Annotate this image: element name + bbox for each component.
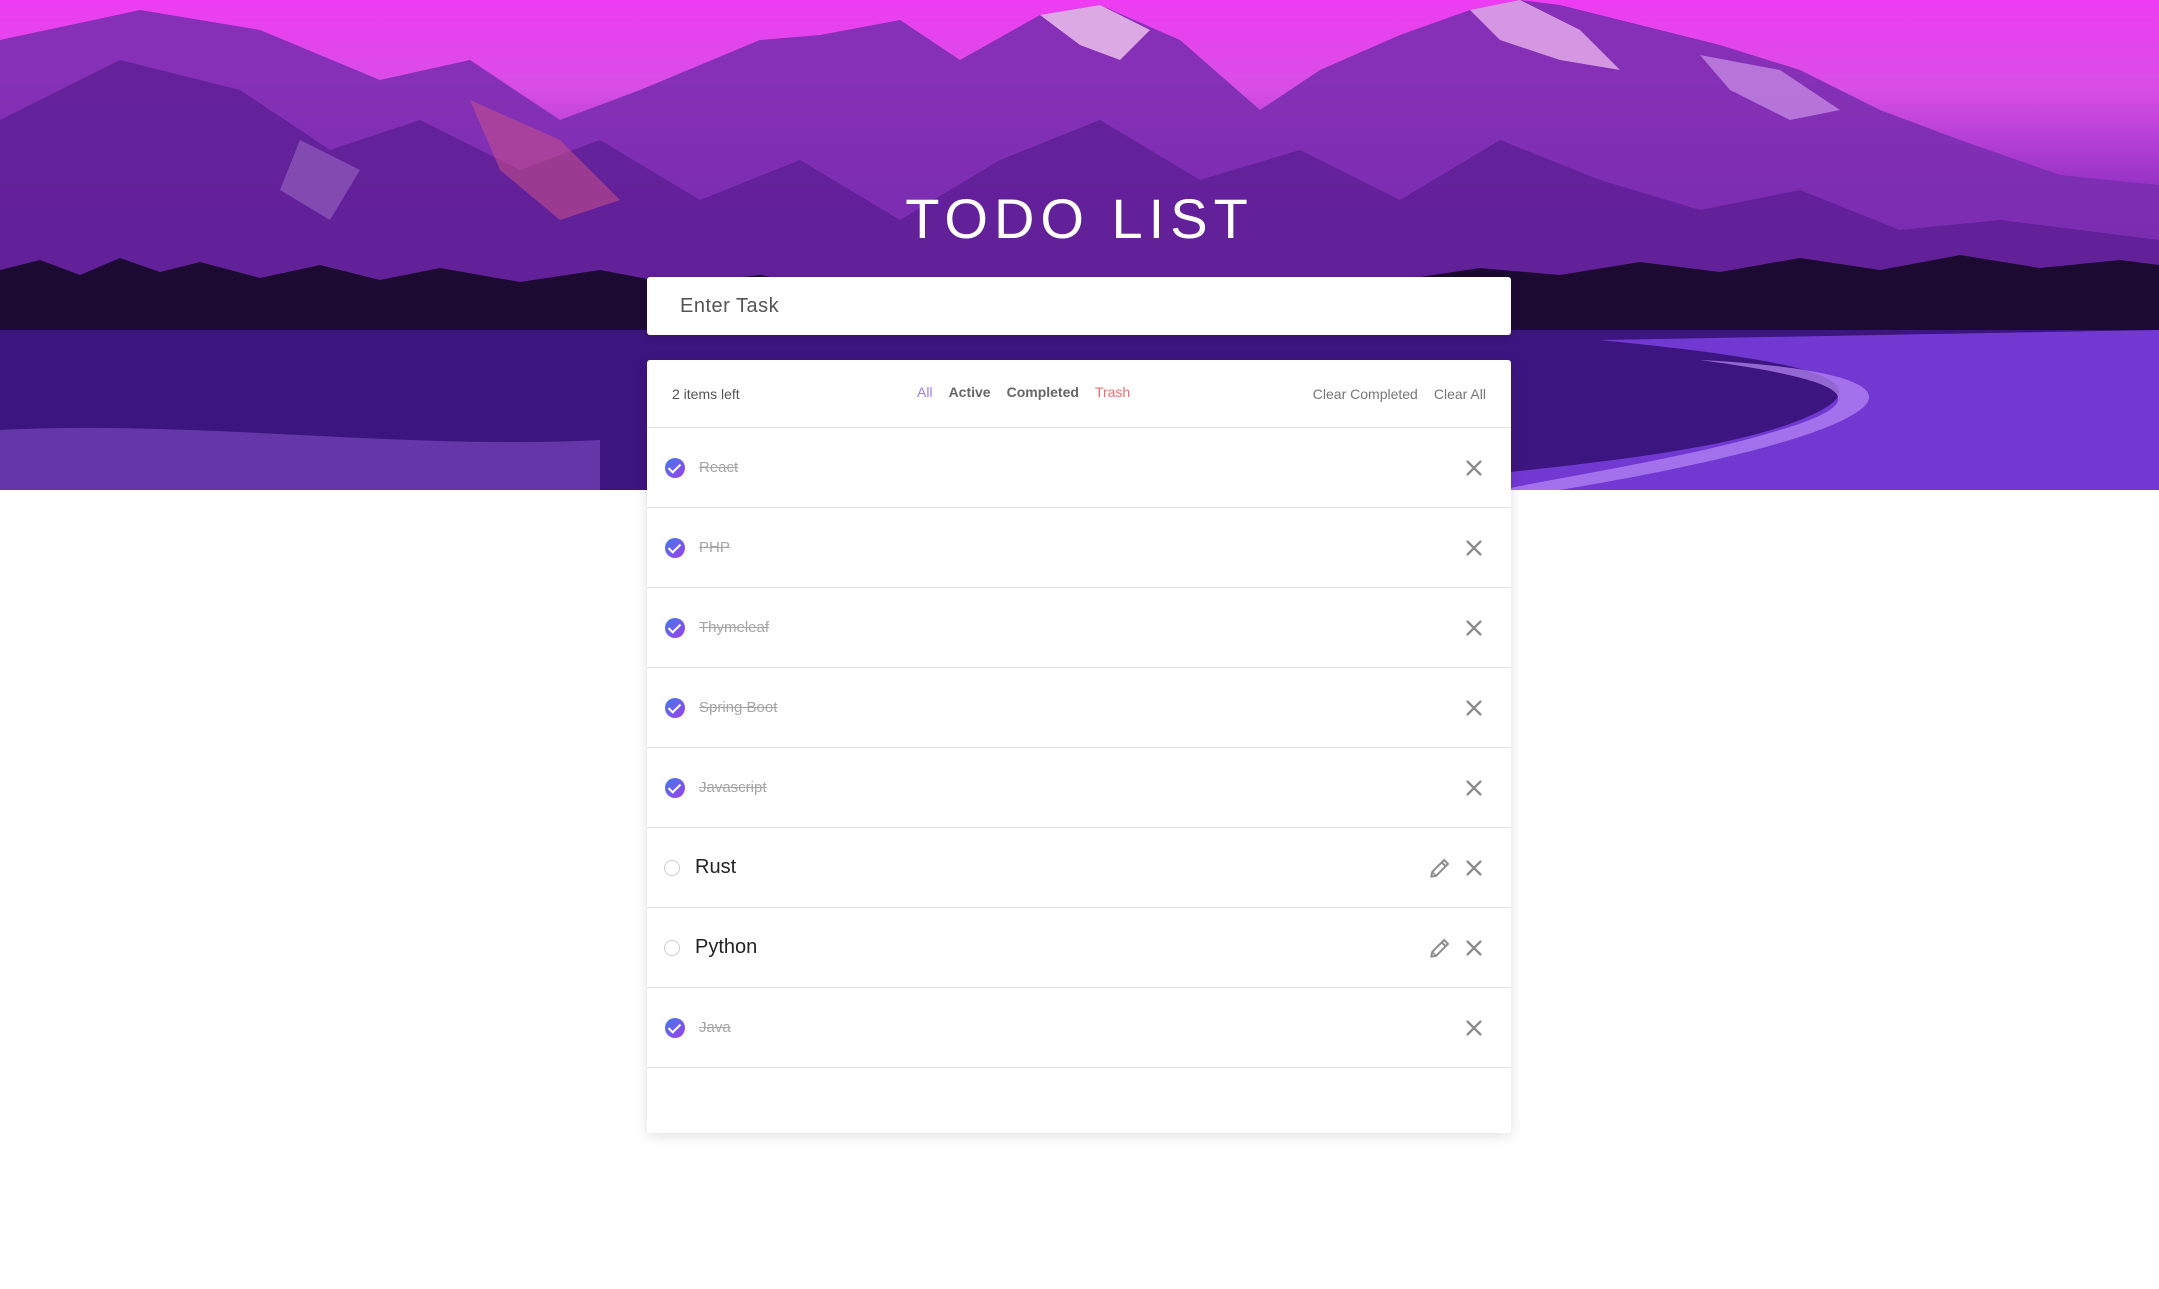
filter-trash[interactable]: Trash (1095, 384, 1130, 400)
list-item[interactable]: Rust (647, 828, 1511, 908)
pencil-icon[interactable] (1427, 855, 1453, 881)
task-label: Java (699, 1019, 731, 1036)
close-icon[interactable] (1463, 937, 1485, 959)
check-icon[interactable] (665, 618, 685, 638)
close-icon[interactable] (1463, 697, 1485, 719)
items-left-count: 2 items left (672, 386, 740, 402)
list-item[interactable]: Thymeleaf (647, 588, 1511, 668)
close-icon[interactable] (1463, 857, 1485, 879)
task-list: React PHP Thymeleaf Spring Boot Javascript Ru… (647, 428, 1511, 1068)
list-item[interactable]: Javascript (647, 748, 1511, 828)
list-item[interactable]: Spring Boot (647, 668, 1511, 748)
clear-completed-button[interactable]: Clear Completed (1313, 386, 1418, 402)
check-icon[interactable] (665, 458, 685, 478)
close-icon[interactable] (1463, 777, 1485, 799)
clear-all-button[interactable]: Clear All (1434, 386, 1486, 402)
close-icon[interactable] (1463, 537, 1485, 559)
task-label: Rust (695, 856, 737, 878)
task-label: Python (695, 936, 758, 958)
check-icon[interactable] (665, 698, 685, 718)
task-input-container (647, 277, 1511, 335)
task-label: React (699, 459, 739, 476)
check-icon[interactable] (665, 1018, 685, 1038)
toolbar: 2 items left All Active Completed Trash … (647, 360, 1511, 428)
filter-tabs: All Active Completed Trash (917, 384, 1130, 400)
task-input[interactable] (647, 277, 1511, 335)
clear-actions: Clear Completed Clear All (1313, 386, 1486, 402)
filter-active[interactable]: Active (949, 384, 991, 400)
list-item[interactable]: PHP (647, 508, 1511, 588)
check-icon[interactable] (665, 538, 685, 558)
close-icon[interactable] (1463, 1017, 1485, 1039)
pencil-icon[interactable] (1427, 935, 1453, 961)
todo-card: 2 items left All Active Completed Trash … (647, 360, 1511, 1133)
task-label: Thymeleaf (699, 619, 770, 636)
task-label: Javascript (699, 779, 767, 796)
close-icon[interactable] (1463, 617, 1485, 639)
filter-completed[interactable]: Completed (1007, 384, 1079, 400)
check-icon[interactable] (665, 778, 685, 798)
page-title: TODO LIST (905, 187, 1254, 250)
empty-circle-icon[interactable] (664, 940, 680, 956)
list-item[interactable]: Python (647, 908, 1511, 988)
task-label: PHP (699, 539, 730, 556)
filter-all[interactable]: All (917, 384, 933, 400)
list-item[interactable]: Java (647, 988, 1511, 1068)
task-label: Spring Boot (699, 699, 778, 716)
close-icon[interactable] (1463, 457, 1485, 479)
list-item[interactable]: React (647, 428, 1511, 508)
empty-circle-icon[interactable] (664, 860, 680, 876)
